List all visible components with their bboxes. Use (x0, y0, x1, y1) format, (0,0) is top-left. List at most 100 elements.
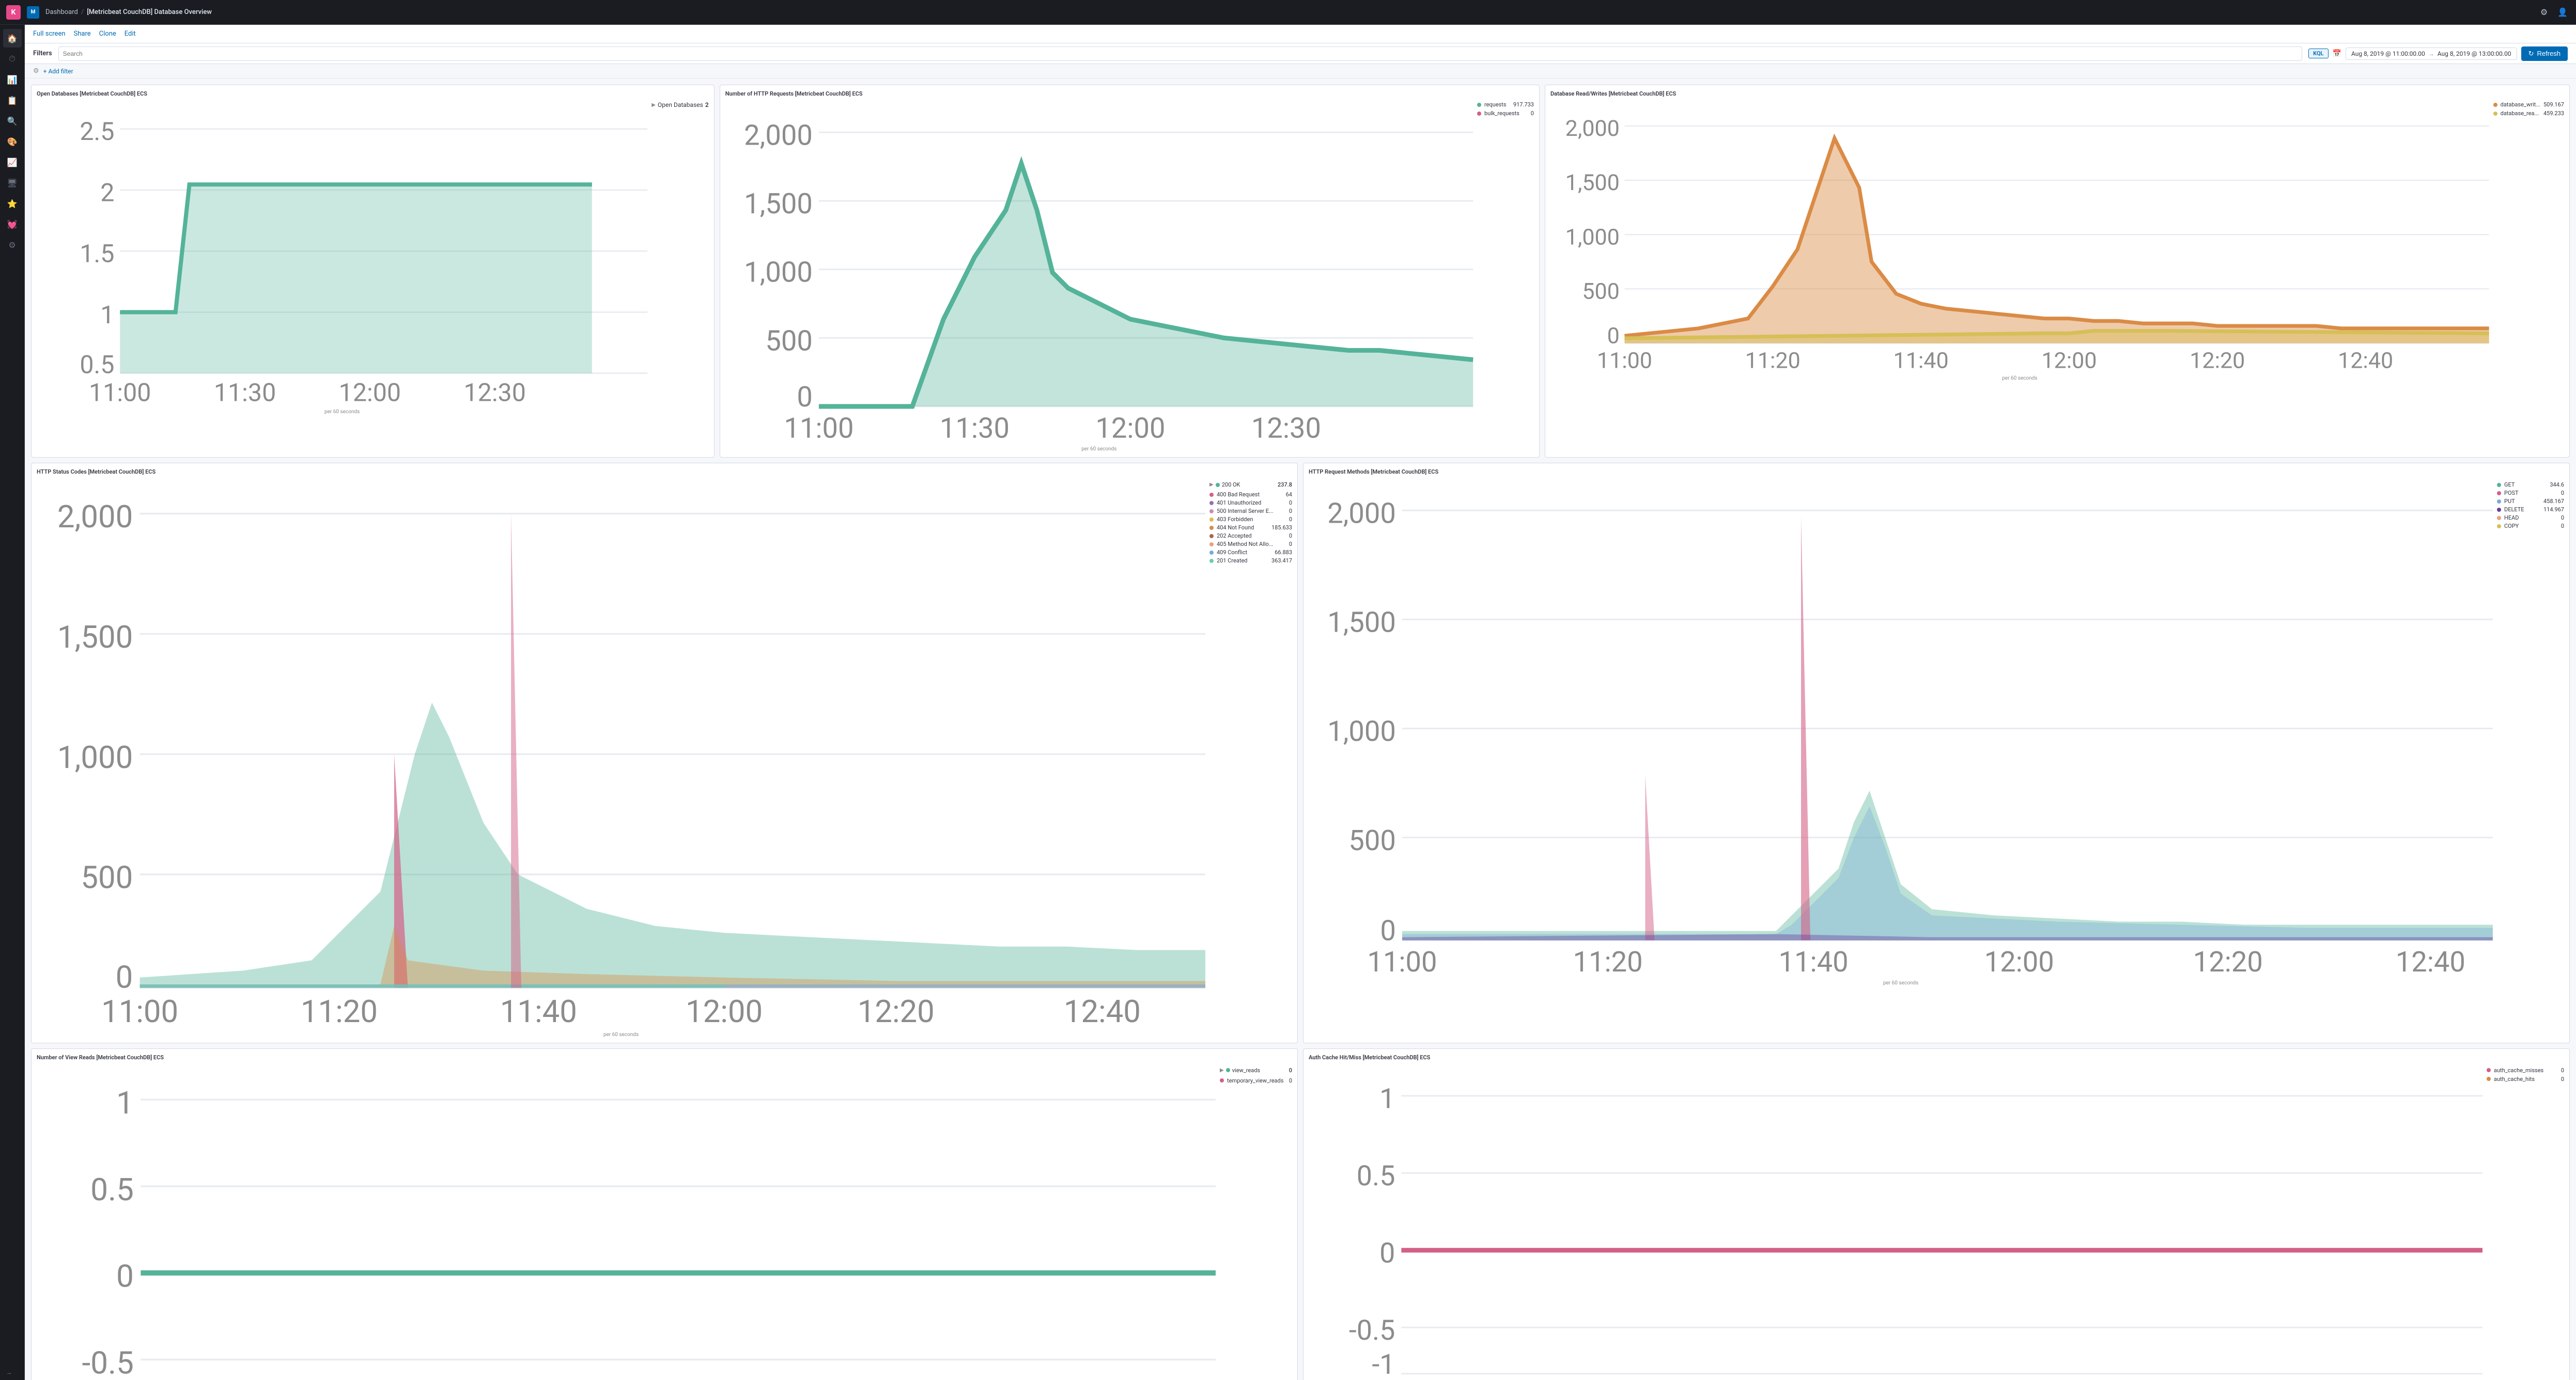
sidebar-infra[interactable]: 🖥 (3, 174, 22, 192)
svg-text:12:40: 12:40 (2338, 347, 2393, 373)
svg-text:500: 500 (1348, 825, 1396, 857)
svg-text:12:00: 12:00 (1984, 946, 2054, 979)
svg-text:1: 1 (100, 300, 114, 330)
svg-text:1,500: 1,500 (1565, 169, 1620, 196)
svg-text:1.5: 1.5 (80, 239, 114, 269)
calendar-icon: 📅 (2333, 50, 2341, 58)
svg-text:11:30: 11:30 (214, 378, 276, 407)
sidebar-canvas[interactable]: 🎨 (3, 132, 22, 151)
dashboard-row-1: Open Databases [Metricbeat CouchDB] ECS (31, 85, 2570, 458)
main-layout: 🏠 ⏱ 📊 📋 🔍 🎨 📈 🖥 ⭐ 💓 ⚙ Full screen Share … (0, 25, 2576, 1380)
breadcrumb-dashboard[interactable]: Dashboard (45, 8, 78, 16)
svg-text:11:00: 11:00 (101, 993, 178, 1030)
sidebar-home[interactable]: 🏠 (3, 29, 22, 48)
auth-cache-chart: 1 0.5 0 -0.5 -1 11:00 11:20 11:40 12:0 (1309, 1065, 2482, 1380)
dashboard-row-3: Number of View Reads [Metricbeat CouchDB… (31, 1048, 2570, 1380)
svg-text:11:30: 11:30 (940, 412, 1010, 445)
svg-text:-0.5: -0.5 (1349, 1314, 1395, 1347)
svg-text:2,000: 2,000 (744, 119, 813, 152)
svg-text:2,000: 2,000 (1327, 498, 1396, 530)
filters-label: Filters (33, 50, 52, 57)
refresh-button[interactable]: ↻ Refresh (2521, 46, 2568, 61)
svg-text:11:00: 11:00 (1367, 946, 1437, 979)
panel-http-requests: Number of HTTP Requests [Metricbeat Couc… (720, 85, 1540, 458)
svg-text:0: 0 (116, 1258, 134, 1294)
svg-text:500: 500 (765, 325, 813, 357)
refresh-icon: ↻ (2528, 50, 2534, 58)
panel-http-status: HTTP Status Codes [Metricbeat CouchDB] E… (31, 463, 1298, 1043)
db-rw-per-seconds: per 60 seconds (1550, 375, 2489, 381)
dashboard-grid: Open Databases [Metricbeat CouchDB] ECS (25, 79, 2576, 1380)
svg-text:1,500: 1,500 (1327, 607, 1396, 639)
open-db-legend-value: 2 (705, 101, 709, 108)
sidebar-apm[interactable]: ⭐ (3, 194, 22, 213)
dashboard-row-2: HTTP Status Codes [Metricbeat CouchDB] E… (31, 463, 2570, 1043)
open-db-per-seconds: per 60 seconds (37, 409, 647, 415)
panel-auth-cache: Auth Cache Hit/Miss [Metricbeat CouchDB]… (1303, 1048, 2570, 1380)
sidebar-clock[interactable]: ⏱ (3, 50, 22, 68)
svg-text:1,000: 1,000 (1327, 716, 1396, 748)
search-input[interactable] (58, 46, 2303, 61)
view-reads-chart: 1 0.5 0 -0.5 -1 11:00 11:20 11:40 12:0 (37, 1065, 1216, 1380)
open-db-legend-label: Open Databases (658, 101, 703, 108)
nav-share[interactable]: Share (74, 30, 91, 38)
status-legend-chevron[interactable]: ▶ (1209, 482, 1214, 488)
user-icon-btn[interactable]: 👤 (2555, 5, 2570, 20)
add-filter-button[interactable]: + Add filter (43, 68, 73, 75)
svg-text:11:20: 11:20 (1573, 946, 1642, 979)
db-readwrites-chart: 2,000 1,500 1,000 500 0 (1550, 101, 2489, 373)
svg-text:12:20: 12:20 (858, 993, 935, 1030)
svg-text:12:30: 12:30 (1251, 412, 1321, 445)
panel-view-reads: Number of View Reads [Metricbeat CouchDB… (31, 1048, 1298, 1380)
svg-text:11:20: 11:20 (1745, 347, 1801, 373)
svg-text:2,000: 2,000 (57, 498, 133, 535)
svg-text:1,000: 1,000 (57, 739, 133, 776)
svg-text:0: 0 (1380, 915, 1396, 948)
svg-text:1,500: 1,500 (744, 188, 813, 221)
sidebar-dashboard[interactable]: 📋 (3, 91, 22, 109)
svg-text:12:00: 12:00 (2041, 347, 2097, 373)
auth-cache-title: Auth Cache Hit/Miss [Metricbeat CouchDB]… (1309, 1054, 2564, 1061)
svg-text:12:40: 12:40 (2396, 946, 2465, 979)
sidebar-visualize[interactable]: 📊 (3, 70, 22, 89)
svg-text:0: 0 (116, 959, 133, 996)
svg-text:12:20: 12:20 (2193, 946, 2263, 979)
svg-text:12:30: 12:30 (463, 378, 525, 407)
open-db-legend-chevron[interactable]: ▶ (651, 102, 656, 108)
settings-gear-icon: ⚙ (33, 67, 39, 75)
settings-icon-btn[interactable]: ⚙ (2537, 5, 2551, 20)
nav-edit[interactable]: Edit (125, 30, 136, 38)
svg-text:12:00: 12:00 (339, 378, 401, 407)
svg-text:2: 2 (100, 178, 114, 207)
date-range-picker[interactable]: Aug 8, 2019 @ 11:00:00.00 → Aug 8, 2019 … (2346, 48, 2517, 60)
top-bar-actions: ⚙ 👤 (2537, 5, 2570, 20)
sidebar-management[interactable]: ⚙ (3, 236, 22, 254)
svg-text:1,000: 1,000 (744, 257, 813, 289)
panel-open-databases: Open Databases [Metricbeat CouchDB] ECS (31, 85, 715, 458)
http-status-chart: 2,000 1,500 1,000 500 0 (37, 479, 1205, 1029)
kql-badge[interactable]: KQL (2308, 49, 2328, 58)
main-content: Full screen Share Clone Edit Filters KQL… (25, 25, 2576, 1380)
nav-fullscreen[interactable]: Full screen (33, 30, 66, 38)
expand-sidebar-icon[interactable]: → (6, 1369, 12, 1376)
view-reads-title: Number of View Reads [Metricbeat CouchDB… (37, 1054, 1292, 1061)
open-databases-chart: 2.5 2 1.5 1 0.5 11:00 (37, 101, 647, 406)
nav-clone[interactable]: Clone (99, 30, 116, 38)
svg-text:11:40: 11:40 (1893, 347, 1948, 373)
secondary-nav: Full screen Share Clone Edit (25, 25, 2576, 43)
settings-bar: ⚙ + Add filter (25, 64, 2576, 79)
date-start: Aug 8, 2019 @ 11:00:00.00 (2351, 50, 2425, 57)
sidebar: 🏠 ⏱ 📊 📋 🔍 🎨 📈 🖥 ⭐ 💓 ⚙ (0, 25, 25, 1380)
svg-text:1,500: 1,500 (57, 619, 133, 655)
svg-text:1: 1 (116, 1085, 134, 1121)
page-title: [Metricbeat CouchDB] Database Overview (87, 8, 212, 16)
sidebar-discover[interactable]: 🔍 (3, 112, 22, 130)
svg-text:2.5: 2.5 (80, 117, 114, 146)
svg-text:11:00: 11:00 (784, 412, 854, 445)
svg-text:12:00: 12:00 (1095, 412, 1165, 445)
view-reads-legend-chevron[interactable]: ▶ (1220, 1068, 1224, 1073)
http-requests-chart: 2,000 1,500 1,000 500 0 11:00 11:30 1 (725, 101, 1473, 444)
http-methods-per-seconds: per 60 seconds (1309, 980, 2493, 986)
sidebar-ml[interactable]: 📈 (3, 153, 22, 171)
sidebar-uptime[interactable]: 💓 (3, 215, 22, 233)
